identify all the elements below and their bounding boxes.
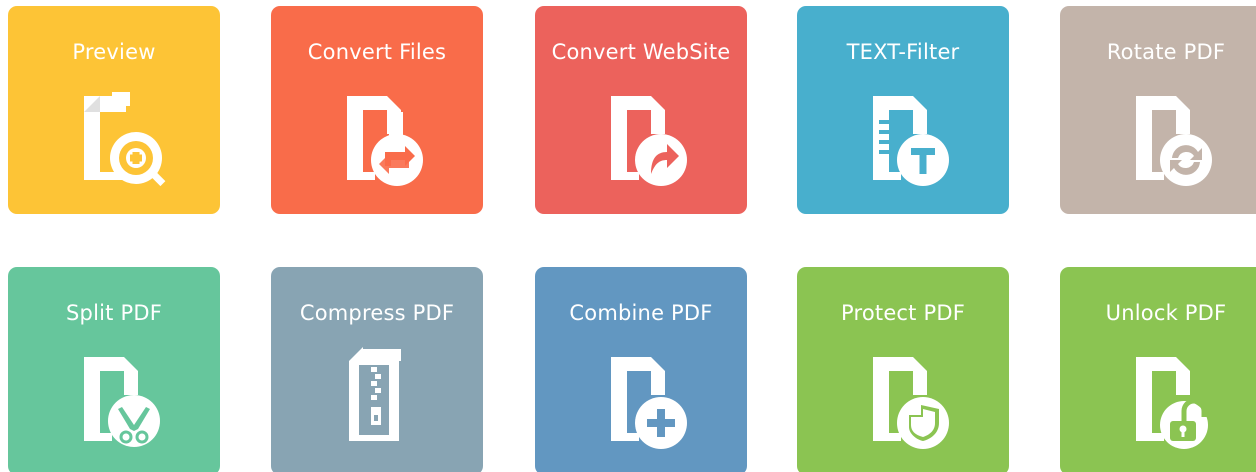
tile-label: Convert Files [307,40,447,64]
protect-pdf-tile[interactable]: Protect PDF [797,267,1009,472]
split-pdf-tile[interactable]: Split PDF [8,267,220,472]
split-pdf-icon [84,357,160,447]
tile-label: Preview [72,40,156,64]
tile-label: Compress PDF [299,301,455,325]
tile-label: TEXT-Filter [846,40,960,64]
rotate-pdf-icon [1136,96,1212,186]
tile-label: Unlock PDF [1105,301,1227,325]
combine-pdf-icon [611,357,687,449]
tool-grid: Preview Convert Files Convert WebSite TE… [0,0,1256,472]
compress-pdf-tile[interactable]: Compress PDF [271,267,483,472]
unlock-pdf-tile[interactable]: Unlock PDF [1060,267,1256,472]
tile-label: Combine PDF [569,301,713,325]
text-filter-tile[interactable]: TEXT-Filter [797,6,1009,214]
unlock-pdf-icon [1136,357,1208,449]
tile-label: Convert WebSite [551,40,731,64]
convert-files-tile[interactable]: Convert Files [271,6,483,214]
preview-tile[interactable]: Preview [8,6,220,214]
convert-website-tile[interactable]: Convert WebSite [535,6,747,214]
compress-pdf-icon [349,347,401,441]
tile-label: Rotate PDF [1106,40,1226,64]
preview-zoom-icon [84,92,166,187]
convert-website-icon [611,96,687,186]
protect-pdf-icon [873,357,949,449]
rotate-pdf-tile[interactable]: Rotate PDF [1060,6,1256,214]
tile-label: Split PDF [66,301,162,325]
convert-files-icon [347,96,423,186]
tile-label: Protect PDF [840,301,966,325]
combine-pdf-tile[interactable]: Combine PDF [535,267,747,472]
text-filter-icon [873,96,949,186]
